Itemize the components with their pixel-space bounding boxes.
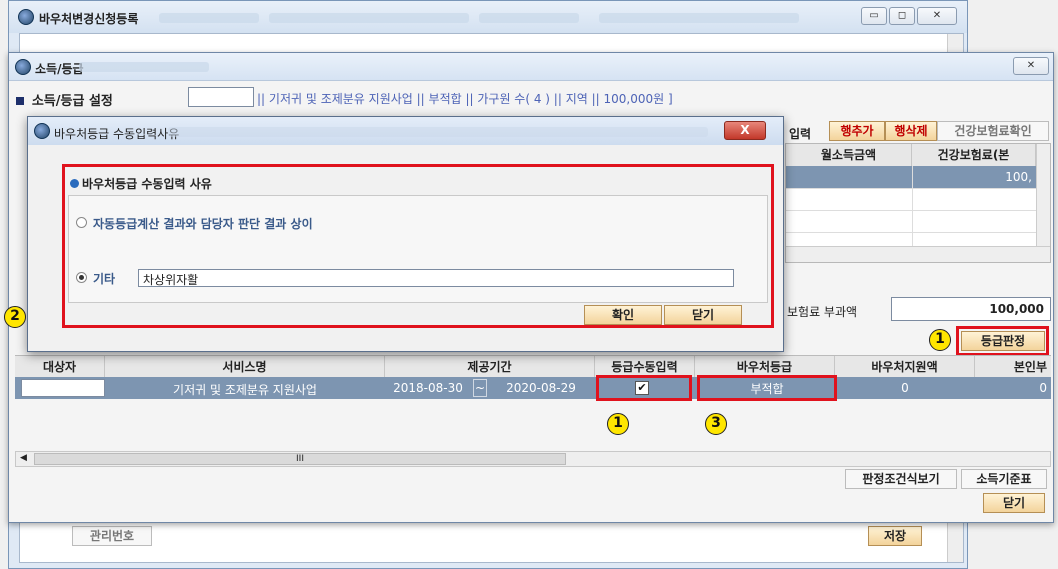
outer-window-title: 바우처변경신청등록 — [39, 12, 139, 26]
voucher-grade-highlight-box: 부적합 — [697, 375, 837, 401]
manual-grade-checkbox[interactable]: ✔ — [635, 381, 649, 395]
period-column-header: 제공기간 — [385, 356, 595, 378]
income-column-header: 월소득금액 — [786, 144, 912, 166]
reason-heading: 바우처등급 수동입력 사유 — [70, 175, 212, 192]
annotation-1-manual: 1 — [607, 413, 629, 435]
dialog-titlebar: 소득/등급 ✕ — [9, 53, 1053, 81]
sub-dialog-title: 바우처등급 수동입력사유 — [54, 127, 180, 141]
income-grid-vscroll[interactable] — [1036, 144, 1050, 246]
toolbar-label: 입력 — [789, 127, 812, 141]
service-grid-hscroll[interactable]: ◀ III — [15, 451, 1051, 467]
annotation-1-grade: 1 — [929, 329, 951, 351]
blurred-title-strip — [599, 13, 799, 23]
start-date-cell: 2018-08-30 — [393, 381, 463, 395]
outer-manage-button[interactable]: 관리번호 — [72, 526, 152, 546]
option2-label[interactable]: 기타 — [93, 270, 115, 287]
income-grid-hscroll[interactable] — [786, 246, 1050, 262]
annotation-3: 3 — [705, 413, 727, 435]
sub-close-button[interactable]: 닫기 — [664, 305, 742, 325]
support-amount-column-header: 바우처지원액 — [835, 356, 975, 378]
blurred-title-strip — [159, 13, 259, 23]
premium-label: 보험료 부과액 — [787, 305, 858, 319]
minimize-button[interactable]: ▭ — [861, 7, 887, 25]
section-code-field[interactable] — [188, 87, 254, 107]
dialog-close-text-button[interactable]: 닫기 — [983, 493, 1045, 513]
section-title: 소득/등급 설정 — [31, 94, 113, 109]
manual-reason-dialog: 바우처등급 수동입력사유 X 바우처등급 수동입력 사유 자동등급계산 결과와 … — [27, 116, 784, 352]
blurred-title-strip — [269, 13, 469, 23]
service-grid-header: 대상자 서비스명 제공기간 등급수동입력 바우처등급 바우처지원액 본인부 — [15, 355, 1051, 378]
premium-value-field[interactable]: 100,000 — [891, 297, 1051, 321]
reason-heading-text: 바우처등급 수동입력 사유 — [82, 177, 212, 191]
app-icon — [15, 59, 31, 75]
grid-line — [786, 210, 1036, 211]
grid-line — [786, 232, 1036, 233]
service-info-line: || 기저귀 및 조제분유 지원사업 || 부적합 || 가구원 수( 4 ) … — [257, 92, 673, 106]
service-row-selected[interactable]: 기저귀 및 조제분유 지원사업 2018-08-30 ~ 2020-08-29 … — [15, 377, 1051, 399]
section-header: 소득/등급 설정 — [16, 90, 113, 109]
option2-radio[interactable] — [76, 272, 87, 283]
support-amount-cell: 0 — [901, 381, 909, 395]
outer-titlebar: 바우처변경신청등록 ▭ ◻ ✕ — [9, 1, 967, 33]
dialog-close-button[interactable]: ✕ — [1013, 57, 1049, 75]
app-icon — [18, 9, 34, 25]
maximize-button[interactable]: ◻ — [889, 7, 915, 25]
add-row-button[interactable]: 행추가 — [829, 121, 885, 141]
income-grid: 월소득금액 건강보험료(본 100, — [785, 143, 1051, 263]
grid-line — [912, 166, 913, 246]
income-table-button[interactable]: 소득기준표 — [961, 469, 1047, 489]
end-date-cell: 2020-08-29 — [506, 381, 576, 395]
subject-column-header: 대상자 — [15, 356, 105, 378]
sub-dialog-close-x[interactable]: X — [724, 121, 766, 140]
other-reason-input[interactable]: 차상위자활 — [138, 269, 734, 287]
manual-grade-highlight-box: ✔ — [596, 375, 692, 401]
confirm-button[interactable]: 확인 — [584, 305, 662, 325]
option1-label[interactable]: 자동등급계산 결과와 담당자 판단 결과 상이 — [93, 215, 313, 232]
self-pay-column-header: 본인부 — [975, 356, 1051, 378]
voucher-grade-cell: 부적합 — [750, 382, 784, 396]
blurred-title-strip — [479, 13, 579, 23]
criteria-view-button[interactable]: 판정조건식보기 — [845, 469, 957, 489]
service-name-cell: 기저귀 및 조제분유 지원사업 — [173, 383, 317, 397]
health-premium-check-button[interactable]: 건강보험료확인 — [937, 121, 1049, 141]
close-button[interactable]: ✕ — [917, 7, 957, 25]
grade-judgment-button[interactable]: 등급판정 — [961, 331, 1045, 351]
annotation-2: 2 — [4, 306, 26, 328]
scroll-thumb[interactable]: III — [34, 453, 566, 465]
self-pay-cell: 0 — [1039, 381, 1047, 395]
blurred-title-strip — [79, 62, 209, 72]
income-row-selected[interactable]: 100, — [786, 166, 1036, 188]
premium-column-header: 건강보험료(본 — [912, 144, 1036, 166]
option1-radio[interactable] — [76, 217, 87, 228]
scroll-left-icon[interactable]: ◀ — [20, 453, 27, 463]
sub-dialog-titlebar: 바우처등급 수동입력사유 X — [28, 117, 783, 145]
bullet-icon — [16, 97, 24, 105]
outer-save-button[interactable]: 저장 — [868, 526, 922, 546]
dialog-title: 소득/등급 — [35, 62, 84, 76]
grid-line — [786, 188, 1036, 189]
service-column-header: 서비스명 — [105, 356, 385, 378]
period-separator: ~ — [473, 379, 487, 397]
premium-cell: 100, — [1005, 170, 1032, 184]
delete-row-button[interactable]: 행삭제 — [885, 121, 937, 141]
app-icon — [34, 123, 50, 139]
blurred-title-strip — [168, 127, 708, 137]
subject-cell[interactable] — [21, 379, 105, 397]
heading-bullet-icon — [70, 179, 79, 188]
